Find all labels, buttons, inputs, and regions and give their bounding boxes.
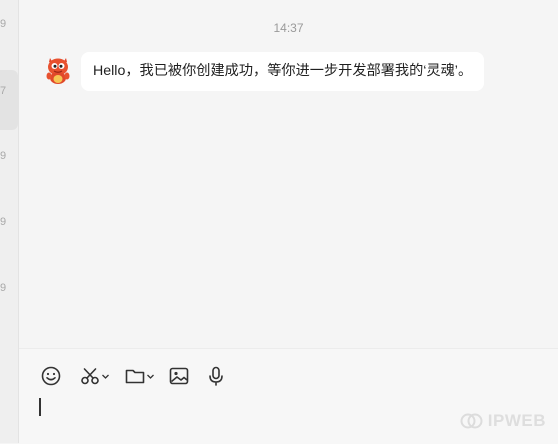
- emoji-button[interactable]: [40, 364, 62, 388]
- image-button[interactable]: [168, 364, 190, 388]
- watermark: IPWEB: [460, 411, 546, 431]
- image-icon: [169, 367, 189, 385]
- selected-conversation[interactable]: [0, 70, 18, 130]
- avatar[interactable]: [41, 52, 75, 86]
- file-button[interactable]: [124, 364, 155, 388]
- voice-button[interactable]: [205, 364, 227, 388]
- message-bubble[interactable]: Hello，我已被你创建成功，等你进一步开发部署我的‘灵魂’。: [81, 52, 485, 91]
- microphone-icon: [209, 366, 223, 386]
- chat-area: 14:37 Hello，我已被你创建成功，等你进一步开发部署我的‘灵魂’。: [19, 0, 558, 348]
- chevron-down-icon: [102, 374, 109, 379]
- watermark-text: IPWEB: [487, 411, 546, 430]
- conversation-time: 7: [0, 85, 7, 97]
- message-timestamp: 14:37: [273, 21, 304, 35]
- folder-icon: [125, 369, 145, 384]
- watermark-logo-icon: [460, 413, 483, 429]
- conversation-time: 9: [0, 216, 7, 228]
- dragon-avatar-icon: [46, 58, 70, 84]
- screenshot-button[interactable]: [79, 364, 110, 388]
- conversation-time: 9: [0, 282, 7, 294]
- conversation-list-edge: 9 7 9 9 9: [0, 0, 19, 443]
- message-input[interactable]: [39, 398, 41, 416]
- conversation-time: 9: [0, 150, 7, 162]
- scissors-icon: [81, 368, 99, 385]
- emoji-icon: [41, 366, 61, 386]
- conversation-time: 9: [0, 18, 7, 30]
- chevron-down-icon: [147, 374, 154, 379]
